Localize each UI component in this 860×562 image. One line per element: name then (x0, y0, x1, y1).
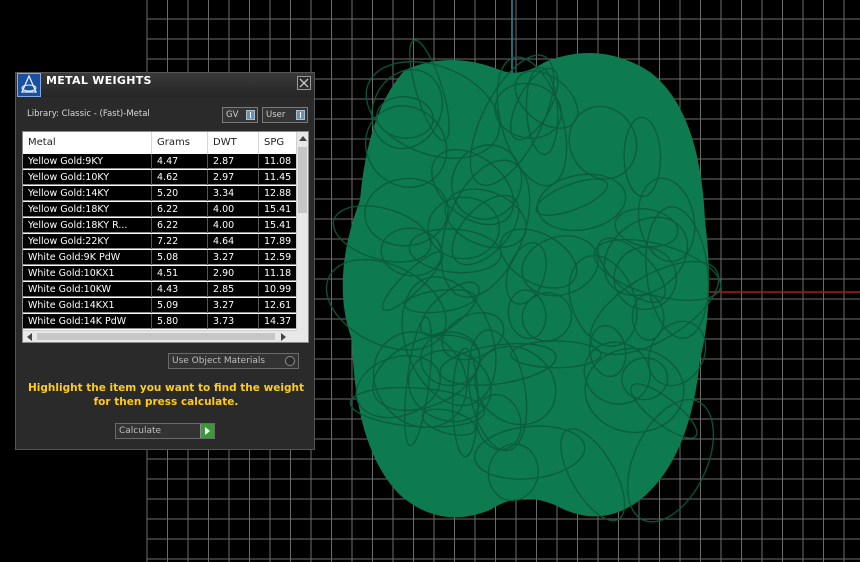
cell-grams: 6.22 (152, 202, 208, 217)
table-row[interactable]: Yellow Gold:18KY 6.22 4.00 15.41 (23, 202, 296, 217)
cell-grams: 4.62 (152, 170, 208, 185)
cell-metal: Yellow Gold:9KY (23, 154, 152, 169)
table-header: Metal Grams DWT SPG (23, 132, 296, 155)
metals-table[interactable]: Metal Grams DWT SPG Yellow Gold:9KY 4.47 2… (22, 131, 309, 343)
cell-spg: 10.99 (264, 284, 292, 295)
jewelry-model[interactable] (312, 37, 733, 536)
cell-metal: White Gold:10KW (23, 282, 152, 297)
play-arrow-icon[interactable] (200, 424, 214, 438)
user-dropdown[interactable]: User (262, 107, 308, 123)
cell-metal: Yellow Gold:18KY (23, 202, 152, 217)
cell-dwt: 2.90 (208, 266, 259, 281)
horizontal-scrollbar[interactable] (23, 330, 296, 342)
vertical-scrollbar[interactable] (296, 132, 308, 330)
cell-grams: 4.43 (152, 282, 208, 297)
scroll-up-icon[interactable] (299, 136, 307, 141)
instruction-text: Highlight the item you want to find the … (28, 382, 304, 408)
library-label: Library: Classic - (Fast)-Metal (27, 109, 150, 119)
table-row[interactable]: White Gold:14KX1 5.09 3.27 12.61 (23, 298, 296, 313)
calculate-button[interactable]: Calculate (115, 423, 215, 439)
cell-grams: 5.80 (152, 314, 208, 329)
cell-dwt: 3.27 (208, 298, 259, 313)
cell-metal: Yellow Gold:14KY (23, 186, 152, 201)
use-object-materials-label: Use Object Materials (172, 356, 266, 366)
cell-dwt: 4.64 (208, 234, 259, 249)
cell-dwt: 2.85 (208, 282, 259, 297)
cell-metal: White Gold:14KX1 (23, 298, 152, 313)
radio-toggle-icon[interactable] (285, 356, 295, 366)
cell-spg: 11.18 (264, 268, 292, 279)
cell-dwt: 4.00 (208, 218, 259, 233)
cell-grams: 5.09 (152, 298, 208, 313)
cell-grams: 5.20 (152, 186, 208, 201)
vertical-scroll-thumb[interactable] (298, 147, 307, 213)
cell-metal: Yellow Gold:10KY (23, 170, 152, 185)
cell-dwt: 2.97 (208, 170, 259, 185)
scroll-left-icon[interactable] (27, 333, 32, 341)
column-header-spg[interactable]: SPG (259, 132, 296, 154)
cell-grams: 4.51 (152, 266, 208, 281)
horizontal-scroll-thumb[interactable] (37, 333, 275, 340)
cell-dwt: 3.73 (208, 314, 259, 329)
dropdown-arrow-icon (296, 110, 305, 120)
column-header-dwt[interactable]: DWT (208, 132, 259, 154)
table-row[interactable]: Yellow Gold:9KY 4.47 2.87 11.08 (23, 154, 296, 169)
cell-spg: 15.41 (264, 220, 292, 231)
cell-spg: 14.37 (264, 316, 292, 327)
table-row[interactable]: Yellow Gold:14KY 5.20 3.34 12.88 (23, 186, 296, 201)
cell-dwt: 2.87 (208, 154, 259, 169)
column-header-grams[interactable]: Grams (152, 132, 208, 154)
cell-metal: White Gold:9K PdW (23, 250, 152, 265)
use-object-materials-checkbox[interactable]: Use Object Materials (168, 353, 299, 369)
cell-grams: 6.22 (152, 218, 208, 233)
cell-spg: 12.61 (264, 300, 292, 311)
dialog-titlebar[interactable]: METAL WEIGHTS (16, 73, 314, 97)
cell-spg: 11.08 (264, 156, 292, 167)
cell-grams: 5.08 (152, 250, 208, 265)
app-logo-icon (17, 73, 41, 97)
calculate-label: Calculate (119, 426, 162, 436)
table-row[interactable]: White Gold:14K PdW 5.80 3.73 14.37 (23, 314, 296, 329)
user-dropdown-value: User (266, 110, 286, 120)
scroll-corner (296, 330, 308, 342)
scroll-right-icon[interactable] (281, 333, 286, 341)
dialog-title: METAL WEIGHTS (46, 74, 152, 87)
cell-grams: 4.47 (152, 154, 208, 169)
close-button[interactable] (297, 76, 311, 90)
close-icon (299, 78, 309, 88)
table-row[interactable]: White Gold:10KW 4.43 2.85 10.99 (23, 282, 296, 297)
gv-dropdown-value: GV (226, 110, 239, 120)
cell-metal: Yellow Gold:22KY (23, 234, 152, 249)
cell-spg: 15.41 (264, 204, 292, 215)
table-row[interactable]: Yellow Gold:10KY 4.62 2.97 11.45 (23, 170, 296, 185)
cell-dwt: 3.27 (208, 250, 259, 265)
table-row[interactable]: White Gold:9K PdW 5.08 3.27 12.59 (23, 250, 296, 265)
cell-spg: 12.59 (264, 252, 292, 263)
cell-spg: 17.89 (264, 236, 292, 247)
cell-dwt: 4.00 (208, 202, 259, 217)
cell-dwt: 3.34 (208, 186, 259, 201)
table-row[interactable]: White Gold:10KX1 4.51 2.90 11.18 (23, 266, 296, 281)
cell-metal: Yellow Gold:18KY R... (23, 218, 152, 233)
table-row[interactable]: Yellow Gold:22KY 7.22 4.64 17.89 (23, 234, 296, 249)
table-row[interactable]: Yellow Gold:18KY R... 6.22 4.00 15.41 (23, 218, 296, 233)
cell-metal: White Gold:10KX1 (23, 266, 152, 281)
cell-spg: 12.88 (264, 188, 292, 199)
dropdown-arrow-icon (246, 110, 255, 120)
column-header-metal[interactable]: Metal (23, 132, 152, 154)
gv-dropdown[interactable]: GV (222, 107, 258, 123)
metal-weights-dialog: METAL WEIGHTS Library: Classic - (Fast)-… (15, 72, 315, 450)
cell-metal: White Gold:14K PdW (23, 314, 152, 329)
cell-grams: 7.22 (152, 234, 208, 249)
cell-spg: 11.45 (264, 172, 292, 183)
